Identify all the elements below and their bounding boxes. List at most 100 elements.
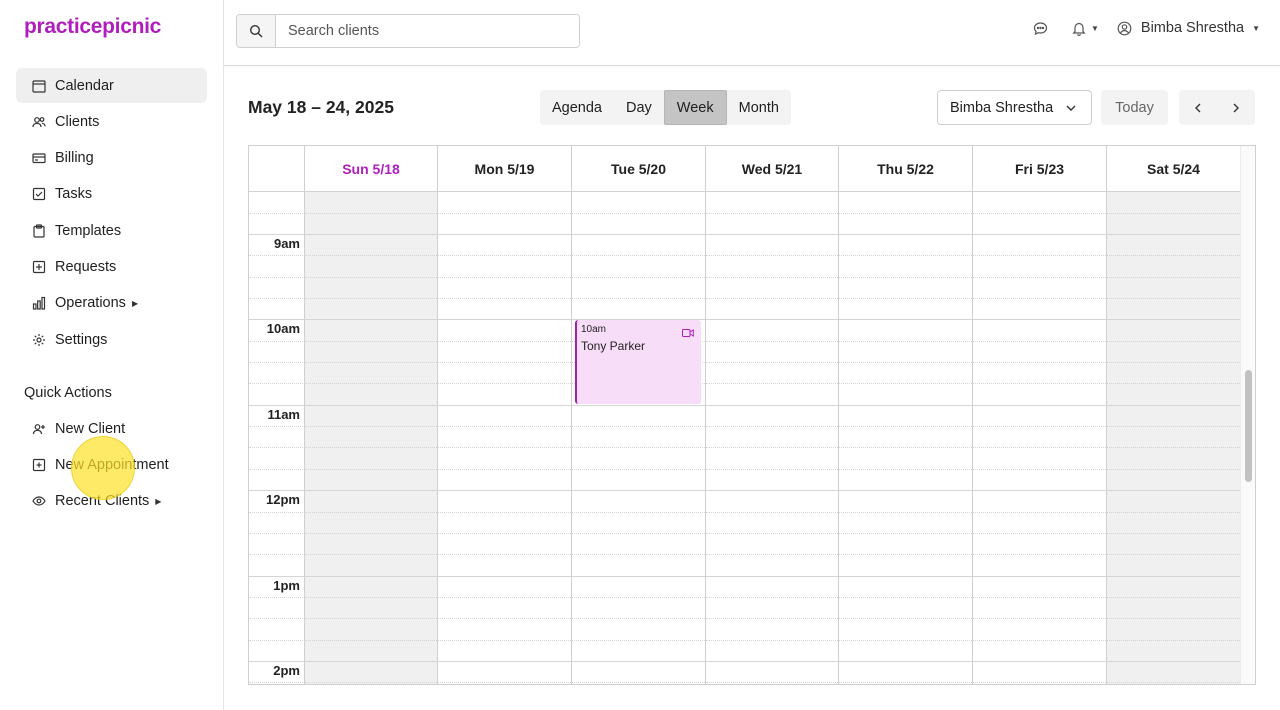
time-slot-line	[438, 576, 571, 577]
day-header-fri[interactable]: Fri 5/23	[973, 146, 1107, 192]
gutter-slot-line	[249, 533, 305, 534]
time-slot-line	[572, 490, 705, 491]
today-button[interactable]: Today	[1101, 90, 1168, 125]
time-slot-line	[438, 661, 571, 662]
chat-icon[interactable]	[1033, 20, 1049, 36]
time-slot-line	[839, 533, 972, 534]
chevron-left-icon	[1192, 102, 1204, 114]
day-header-tue[interactable]: Tue 5/20	[572, 146, 706, 192]
search-input[interactable]	[276, 15, 579, 47]
chevron-down-icon	[1065, 102, 1077, 118]
previous-week-button[interactable]	[1179, 90, 1217, 125]
time-slot-line	[1107, 597, 1240, 598]
day-header-thu[interactable]: Thu 5/22	[839, 146, 973, 192]
time-slot-line	[706, 319, 838, 320]
day-column-thu[interactable]	[839, 191, 973, 684]
day-column-fri[interactable]	[973, 191, 1107, 684]
time-slot-line	[973, 426, 1106, 427]
time-slot-line	[305, 255, 437, 256]
time-slot-line	[973, 533, 1106, 534]
gutter-slot-line	[249, 618, 305, 619]
scrollbar-thumb[interactable]	[1245, 370, 1252, 482]
view-agenda-button[interactable]: Agenda	[540, 90, 614, 125]
time-slot-line	[1107, 490, 1240, 491]
caret-down-icon[interactable]: ▼	[1091, 24, 1099, 33]
time-slot-line	[305, 234, 437, 235]
time-slot-line	[706, 554, 838, 555]
sidebar: practicepicnic Calendar Clients Billing …	[0, 0, 224, 710]
main-nav: Calendar Clients Billing Tasks Templates	[16, 68, 207, 358]
quick-actions-list: New Client New Appointment Recent Client…	[16, 411, 207, 520]
sidebar-item-clients[interactable]: Clients	[16, 104, 207, 139]
day-column-wed[interactable]	[706, 191, 839, 684]
quick-action-new-client[interactable]: New Client	[16, 411, 207, 446]
clipboard-icon	[32, 224, 46, 238]
time-slot-line	[572, 554, 705, 555]
time-slot-line	[305, 362, 437, 363]
caret-down-icon[interactable]: ▼	[1252, 24, 1260, 33]
user-avatar-icon[interactable]	[1117, 20, 1133, 36]
time-slot-line	[572, 255, 705, 256]
view-day-button[interactable]: Day	[614, 90, 664, 125]
view-month-button[interactable]: Month	[727, 90, 791, 125]
time-slot-line	[438, 490, 571, 491]
time-slot-line	[305, 213, 437, 214]
day-header-mon[interactable]: Mon 5/19	[438, 146, 572, 192]
sidebar-item-settings[interactable]: Settings	[16, 322, 207, 357]
time-slot-line	[706, 213, 838, 214]
time-slot-line	[1107, 469, 1240, 470]
user-menu-name[interactable]: Bimba Shrestha	[1141, 20, 1244, 36]
view-week-button[interactable]: Week	[663, 90, 727, 125]
users-icon	[32, 115, 46, 129]
day-header-sat[interactable]: Sat 5/24	[1107, 146, 1241, 192]
sidebar-item-billing[interactable]: Billing	[16, 141, 207, 176]
time-slot-line	[305, 405, 437, 406]
quick-actions-title: Quick Actions	[24, 385, 112, 401]
day-column-sat[interactable]	[1107, 191, 1241, 684]
time-slot-line	[1107, 405, 1240, 406]
quick-action-recent-clients[interactable]: Recent Clients ▶	[16, 484, 207, 519]
time-slot-line	[973, 554, 1106, 555]
quick-action-new-appointment[interactable]: New Appointment	[16, 447, 207, 482]
time-slot-line	[438, 191, 571, 192]
time-slot-line	[305, 277, 437, 278]
day-column-tue[interactable]	[572, 191, 706, 684]
time-slot-line	[1107, 234, 1240, 235]
time-slot-line	[305, 383, 437, 384]
day-column-mon[interactable]	[438, 191, 572, 684]
time-slot-line	[706, 191, 838, 192]
time-slot-line	[706, 426, 838, 427]
sidebar-item-requests[interactable]: Requests	[16, 249, 207, 284]
time-slot-line	[839, 469, 972, 470]
day-column-sun[interactable]	[305, 191, 438, 684]
time-slot-line	[572, 469, 705, 470]
gutter-slot-line	[249, 191, 305, 192]
sidebar-item-calendar[interactable]: Calendar	[16, 68, 207, 103]
day-header-wed[interactable]: Wed 5/21	[706, 146, 839, 192]
time-slot-line	[1107, 298, 1240, 299]
app-logo[interactable]: practicepicnic	[24, 15, 161, 39]
sidebar-item-operations[interactable]: Operations ▶	[16, 286, 207, 321]
day-header-sun[interactable]: Sun 5/18	[305, 146, 438, 192]
sidebar-item-label: Templates	[55, 222, 122, 239]
appointment-event[interactable]: 10am Tony Parker	[575, 320, 701, 404]
time-slot-line	[839, 661, 972, 662]
search-button[interactable]	[237, 15, 276, 47]
time-slot-line	[572, 277, 705, 278]
credit-card-icon	[32, 151, 46, 165]
caret-right-icon: ▶	[131, 298, 139, 308]
bell-icon[interactable]	[1071, 20, 1087, 36]
caret-right-icon: ▶	[155, 496, 162, 506]
sidebar-item-tasks[interactable]: Tasks	[16, 177, 207, 212]
time-slot-line	[1107, 341, 1240, 342]
calendar-scrollbar[interactable]	[1240, 146, 1255, 684]
time-slot-line	[1107, 447, 1240, 448]
provider-select[interactable]: Bimba Shrestha	[937, 90, 1092, 125]
time-slot-line	[438, 298, 571, 299]
next-week-button[interactable]	[1217, 90, 1255, 125]
gutter-slot-line	[249, 341, 305, 342]
week-calendar: Sun 5/18 Mon 5/19 Tue 5/20 Wed 5/21 Thu …	[248, 145, 1256, 685]
sidebar-item-templates[interactable]: Templates	[16, 213, 207, 248]
time-slot-line	[973, 447, 1106, 448]
time-slot-line	[706, 447, 838, 448]
